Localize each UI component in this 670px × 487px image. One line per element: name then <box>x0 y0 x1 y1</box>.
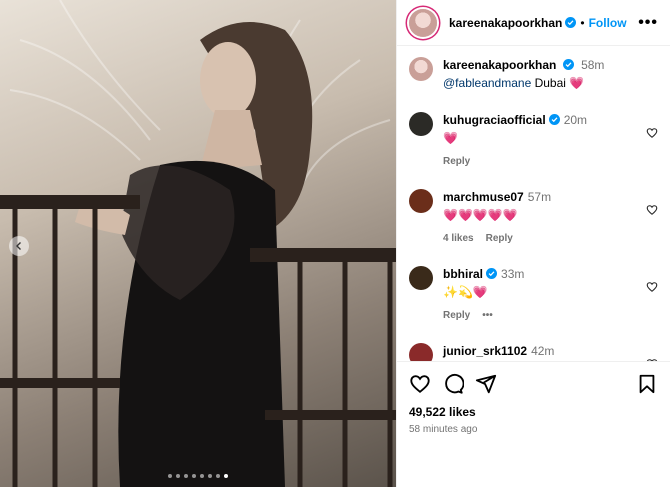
commenter-username[interactable]: marchmuse07 <box>443 190 524 204</box>
comment-time: 20m <box>563 113 588 127</box>
caption-mention[interactable]: @fableandmane <box>443 76 531 90</box>
commenter-username[interactable]: bbhiral <box>443 267 483 281</box>
comment-item: marchmuse07 57m 💗💗💗💗💗 4 likes Reply <box>409 189 658 244</box>
carousel-dot <box>224 474 228 478</box>
comment-item: bbhiral 33m ✨💫💗 Reply ••• <box>409 266 658 321</box>
carousel-dot <box>216 474 220 478</box>
commenter-username[interactable]: junior_srk1102 <box>443 344 527 358</box>
post-sidebar: kareenakapoorkhan • Follow ••• kareenaka… <box>396 0 670 487</box>
caption-username[interactable]: kareenakapoorkhan <box>443 58 556 72</box>
comment-item: junior_srk110242m😘🤍 <box>409 343 658 361</box>
caption: kareenakapoorkhan 58m @fableandmane Duba… <box>409 57 658 90</box>
comment-item: kuhugraciaofficial 20m 💗 Reply <box>409 112 658 167</box>
comment-like-button[interactable] <box>646 357 658 361</box>
save-button[interactable] <box>636 373 658 395</box>
author-avatar[interactable] <box>409 8 437 37</box>
carousel-dot <box>192 474 196 478</box>
post-actions: 49,522 likes 58 minutes ago <box>397 361 670 487</box>
verified-icon <box>565 17 577 28</box>
comments-list: kareenakapoorkhan 58m @fableandmane Duba… <box>397 46 670 361</box>
author-username[interactable]: kareenakapoorkhan <box>449 16 562 30</box>
commenter-avatar[interactable] <box>409 112 433 136</box>
comment-text: 💗 <box>443 131 458 145</box>
comment-likes[interactable]: 4 likes <box>443 233 474 244</box>
heart-icon <box>646 128 658 138</box>
comment-text: ✨💫💗 <box>443 285 488 299</box>
reply-button[interactable]: Reply <box>486 233 513 244</box>
share-button[interactable] <box>475 373 497 395</box>
reply-button[interactable]: Reply <box>443 156 470 167</box>
carousel-dot <box>208 474 212 478</box>
carousel-dot <box>176 474 180 478</box>
bookmark-icon <box>639 374 655 394</box>
verified-icon <box>562 59 574 70</box>
follow-button[interactable]: Follow <box>589 16 627 30</box>
verified-icon <box>548 114 560 125</box>
chevron-left-icon <box>16 242 21 250</box>
comment-text: 💗💗💗💗💗 <box>443 208 518 222</box>
post-photo[interactable] <box>0 0 396 487</box>
likes-count[interactable]: 49,522 likes <box>409 405 658 419</box>
header-separator: • <box>580 15 585 30</box>
carousel-dot <box>168 474 172 478</box>
comment-time: 57m <box>527 190 552 204</box>
post-time[interactable]: 58 minutes ago <box>409 424 658 435</box>
comment-time: 33m <box>501 267 525 281</box>
post-header: kareenakapoorkhan • Follow ••• <box>397 0 670 46</box>
caption-avatar[interactable] <box>409 57 433 81</box>
commenter-avatar[interactable] <box>409 343 433 361</box>
comment-icon <box>445 374 465 394</box>
comment-like-button[interactable] <box>646 126 658 138</box>
post-image <box>0 0 396 487</box>
heart-icon <box>410 375 430 393</box>
heart-icon <box>646 282 658 292</box>
commenter-avatar[interactable] <box>409 266 433 290</box>
carousel-indicator <box>0 474 396 478</box>
carousel-dot <box>184 474 188 478</box>
comment-button[interactable] <box>442 373 465 395</box>
heart-icon <box>646 205 658 215</box>
commenter-username[interactable]: kuhugraciaofficial <box>443 113 546 127</box>
caption-emoji: 💗 <box>569 76 585 90</box>
caption-text: Dubai <box>531 76 570 90</box>
share-icon <box>475 374 497 394</box>
commenter-avatar[interactable] <box>409 189 433 213</box>
comment-more-button[interactable]: ••• <box>482 310 493 321</box>
post-modal: kareenakapoorkhan • Follow ••• kareenaka… <box>0 0 670 487</box>
like-button[interactable] <box>409 373 431 395</box>
reply-button[interactable]: Reply <box>443 310 470 321</box>
more-options-button[interactable]: ••• <box>638 14 658 32</box>
caption-time: 58m <box>581 58 605 72</box>
carousel-prev-button[interactable] <box>9 236 29 256</box>
heart-icon <box>646 359 658 361</box>
carousel-dot <box>200 474 204 478</box>
comment-like-button[interactable] <box>646 203 658 215</box>
comment-time: 42m <box>531 344 555 358</box>
verified-icon <box>486 268 498 279</box>
comment-like-button[interactable] <box>646 280 658 292</box>
